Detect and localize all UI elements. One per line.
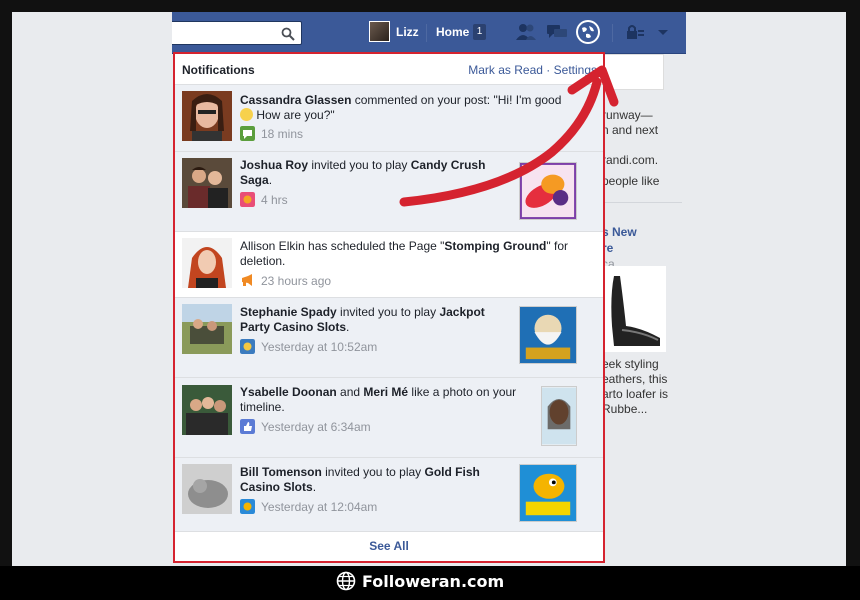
notification-body: . [312, 480, 317, 494]
avatar [182, 464, 232, 514]
actor-name[interactable]: Stephanie Spady [240, 305, 337, 319]
actor-name[interactable]: Bill Tomenson [240, 465, 322, 479]
red-arrow-annotation [399, 65, 619, 207]
notification-item[interactable]: Allison Elkin has scheduled the Page "St… [175, 232, 603, 298]
gold-fish-slots-thumbnail[interactable] [519, 464, 577, 522]
page-name[interactable]: Stomping Ground [444, 239, 546, 253]
avatar [182, 304, 232, 354]
notification-text: Allison Elkin has scheduled the Page "St… [240, 239, 580, 269]
notification-text: Bill Tomenson invited you to play Gold F… [240, 465, 510, 495]
zeus-slots-thumbnail[interactable] [519, 306, 577, 364]
notification-meta: Yesterday at 12:04am [240, 499, 377, 514]
notification-body: invited you to play [336, 305, 440, 319]
notification-body: invited you to play [321, 465, 425, 479]
notification-text: Ysabelle Doonan and Meri Mé like a photo… [240, 385, 540, 415]
sidebar-text: arto loafer is [602, 387, 669, 401]
notification-text: Stephanie Spady invited you to play Jack… [240, 305, 510, 335]
app-name[interactable]: Casino Slots [240, 480, 313, 494]
notification-body: timeline. [240, 400, 285, 414]
home-count-badge: 1 [473, 24, 486, 40]
actor-name[interactable]: Cassandra Glassen [240, 93, 351, 107]
app-name[interactable]: Saga [240, 173, 269, 187]
notification-meta: Yesterday at 10:52am [240, 339, 377, 354]
candy-crush-app-icon [240, 192, 255, 207]
search-icon[interactable] [281, 27, 295, 41]
watermark-bar: Followeran.com [0, 566, 860, 600]
notification-time[interactable]: Yesterday at 12:04am [261, 500, 377, 514]
comment-icon [240, 126, 255, 141]
notification-body: . [268, 173, 273, 187]
avatar[interactable] [369, 21, 390, 42]
avatar [182, 91, 232, 141]
messages-icon[interactable] [546, 22, 568, 42]
notification-body: " for [546, 239, 568, 253]
watermark: Followeran.com [336, 571, 504, 591]
notification-time[interactable]: Yesterday at 6:34am [261, 420, 371, 434]
notification-time[interactable]: Yesterday at 10:52am [261, 340, 377, 354]
notification-time[interactable]: 4 hrs [261, 193, 288, 207]
actor-name[interactable]: Meri Mé [363, 385, 408, 399]
avatar [182, 385, 232, 435]
notification-meta: 18 mins [240, 126, 303, 141]
thumbs-up-icon [240, 419, 255, 434]
actor-name[interactable]: Ysabelle Doonan [240, 385, 337, 399]
notification-time[interactable]: 18 mins [261, 127, 303, 141]
notification-time[interactable]: 23 hours ago [261, 274, 331, 288]
sidebar-text: Rubbe... [602, 402, 648, 416]
notification-body: and [336, 385, 364, 399]
globe-icon [336, 571, 356, 591]
chevron-down-icon[interactable] [652, 22, 674, 42]
notification-meta: 4 hrs [240, 192, 288, 207]
megaphone-icon [242, 274, 252, 286]
app-name[interactable]: Jackpot [439, 305, 484, 319]
slots-app-icon [240, 339, 255, 354]
watermark-text: Followeran.com [362, 571, 505, 591]
shoe-image [602, 266, 666, 352]
sidebar-text: eek styling [602, 357, 659, 371]
notification-item[interactable]: Ysabelle Doonan and Meri Mé like a photo… [175, 378, 603, 458]
app-name[interactable]: Party Casino Slots [240, 320, 346, 334]
nav-divider [612, 24, 613, 42]
notification-meta: Yesterday at 6:34am [240, 419, 371, 434]
profile-name-link[interactable]: Lizz [396, 25, 419, 39]
top-nav-bar: Lizz Home 1 [172, 12, 686, 54]
friend-requests-icon[interactable] [515, 22, 537, 42]
home-link[interactable]: Home [436, 25, 469, 39]
see-all-link[interactable]: See All [175, 531, 603, 561]
avatar [182, 158, 232, 208]
page-left-area [12, 12, 172, 566]
search-input[interactable] [172, 21, 302, 45]
notification-body: . [346, 320, 350, 334]
notification-item[interactable]: Stephanie Spady invited you to play Jack… [175, 298, 603, 378]
notification-body: deletion. [240, 254, 286, 268]
notification-meta: 23 hours ago [240, 273, 331, 288]
flyout-title: Notifications [182, 63, 255, 77]
nav-divider [426, 24, 427, 42]
smiley-emoticon [240, 108, 253, 121]
notification-body: How are you?" [253, 108, 335, 122]
screen: Lizz Home 1 runway— n and next randi.com… [12, 12, 846, 566]
actor-name[interactable]: Allison Elkin [240, 239, 305, 253]
app-name[interactable]: Gold Fish [425, 465, 480, 479]
notifications-globe-icon[interactable] [576, 20, 600, 44]
avatar [182, 238, 232, 288]
notification-item[interactable]: Bill Tomenson invited you to play Gold F… [175, 458, 603, 536]
notification-body: like a photo on your [408, 385, 517, 399]
photo-thumbnail[interactable] [541, 386, 577, 446]
privacy-lock-icon[interactable] [624, 22, 646, 42]
notification-body: has scheduled the Page " [304, 239, 445, 253]
sidebar-link[interactable]: s New [602, 225, 637, 239]
actor-name[interactable]: Joshua Roy [240, 158, 308, 172]
sidebar-text: eathers, this [602, 372, 668, 386]
gold-fish-app-icon [240, 499, 255, 514]
